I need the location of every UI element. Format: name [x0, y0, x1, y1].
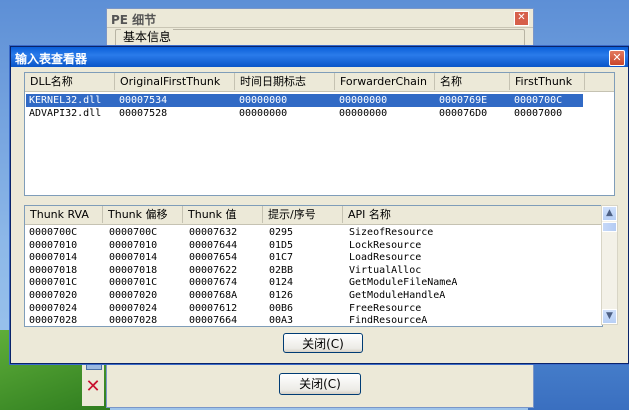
thunk-cell: 00007632 [189, 227, 238, 238]
dll-row[interactable]: KERNEL32.dll 00007534 00000000 00000000 0000… [25, 94, 614, 107]
thunk-cell: 02BB [269, 264, 294, 276]
thunk-cell: 00007010 [109, 239, 158, 251]
thunk-cell: 00007020 [109, 290, 158, 301]
thunk-cell: 00007020 [29, 290, 78, 301]
thunk-list-scrollbar[interactable]: ▲ ▼ [601, 205, 618, 325]
thunk-cell: LockResource [349, 239, 422, 251]
thunk-cell: 00A3 [269, 315, 294, 327]
thunk-cell: 0000700C [29, 227, 78, 238]
thunk-cell: 00007664 [189, 315, 238, 327]
thunk-cell: 00007018 [29, 264, 78, 276]
thunk-cell: 0124 [269, 277, 294, 289]
dll-cell: KERNEL32.dll [29, 95, 102, 106]
dll-cell: 00000000 [339, 108, 388, 119]
dll-list[interactable]: DLL名称 OriginalFirstThunk 时间日期标志 Forwarde… [24, 72, 615, 196]
thunk-cell: 00007010 [29, 239, 78, 251]
col-first-thunk[interactable]: FirstThunk [510, 73, 585, 90]
import-viewer-window[interactable]: 输入表查看器 ✕ DLL名称 OriginalFirstThunk 时间日期标志… [10, 46, 629, 364]
thunk-cell: SizeofResource [349, 227, 434, 238]
thunk-row[interactable]: 0000701C 0000701C 00007674 0124 GetModuleFil… [25, 276, 602, 289]
pe-close-button[interactable]: 关闭(C) [279, 373, 361, 395]
thunk-cell: 01C7 [269, 252, 294, 264]
scroll-down-icon[interactable]: ▼ [602, 309, 617, 324]
delete-icon[interactable]: ✕ [84, 378, 102, 396]
thunk-cell: 00007674 [189, 277, 238, 289]
dll-cell: 0000700C [514, 95, 563, 106]
thunk-cell: 00B6 [269, 302, 294, 314]
dll-cell: 00007528 [119, 108, 168, 119]
col-hint-ordinal[interactable]: 提示/序号 [263, 206, 343, 223]
thunk-cell: 00007024 [109, 302, 158, 314]
thunk-cell: FindResourceA [349, 315, 428, 327]
dll-cell: 0000769E [439, 95, 488, 106]
thunk-cell: 01D5 [269, 239, 294, 251]
pe-close-icon[interactable]: ✕ [514, 11, 529, 26]
thunk-cell: 00007014 [29, 252, 78, 264]
col-thunk-offset[interactable]: Thunk 偏移 [103, 206, 183, 223]
thunk-cell: 00007024 [29, 302, 78, 314]
thunk-cell: 00007622 [189, 264, 238, 276]
dll-cell: 00000000 [239, 95, 288, 106]
thunk-cell: 00007644 [189, 239, 238, 251]
thunk-cell: VirtualAlloc [349, 264, 422, 276]
dll-row[interactable]: ADVAPI32.dll 00007528 00000000 00000000 0000… [25, 107, 614, 120]
thunk-list-header: Thunk RVA Thunk 偏移 Thunk 值 提示/序号 API 名称 [25, 206, 602, 225]
thunk-cell: 00007028 [29, 315, 78, 327]
thunk-row[interactable]: 00007018 00007018 00007622 02BB VirtualAlloc [25, 264, 602, 277]
thunk-cell: GetModuleFileNameA [349, 277, 458, 289]
thunk-cell: GetModuleHandleA [349, 290, 446, 301]
dll-cell: 00000000 [239, 108, 288, 119]
col-forwarder-chain[interactable]: ForwarderChain [335, 73, 435, 90]
thunk-row[interactable]: 00007028 00007028 00007664 00A3 FindResource… [25, 314, 602, 327]
col-timestamp[interactable]: 时间日期标志 [235, 73, 335, 90]
scroll-up-icon[interactable]: ▲ [602, 206, 617, 221]
thunk-cell: 0000701C [29, 277, 78, 289]
thunk-cell: 0000768A [189, 290, 238, 301]
thunk-cell: 0000700C [109, 227, 158, 238]
col-dll-name[interactable]: DLL名称 [25, 73, 115, 90]
thunk-row[interactable]: 0000700C 0000700C 00007632 0295 SizeofResour… [25, 226, 602, 239]
viewer-title: 输入表查看器 [15, 52, 88, 66]
col-name[interactable]: 名称 [435, 73, 510, 90]
pe-title-bar[interactable]: PE 细节 ✕ [107, 9, 533, 28]
pe-window-title: PE 细节 [111, 13, 157, 27]
thunk-row[interactable]: 00007020 00007020 0000768A 0126 GetModuleHan… [25, 289, 602, 302]
thunk-cell: 00007018 [109, 264, 158, 276]
thunk-cell: 0126 [269, 290, 294, 301]
thunk-cell: 00007654 [189, 252, 238, 264]
col-thunk-value[interactable]: Thunk 值 [183, 206, 263, 223]
viewer-title-bar[interactable]: 输入表查看器 ✕ [11, 47, 628, 67]
viewer-close-button[interactable]: 关闭(C) [283, 333, 363, 353]
dll-cell: 00007000 [514, 108, 563, 119]
dll-cell: 000076D0 [439, 108, 488, 119]
thunk-cell: 00007612 [189, 302, 238, 314]
row-selection-highlight [26, 94, 583, 107]
thunk-row[interactable]: 00007014 00007014 00007654 01C7 LoadResource [25, 251, 602, 264]
dll-cell: 00000000 [339, 95, 388, 106]
col-api-name[interactable]: API 名称 [343, 206, 602, 223]
viewer-close-icon[interactable]: ✕ [609, 50, 625, 66]
thunk-row[interactable]: 00007024 00007024 00007612 00B6 FreeResource [25, 302, 602, 315]
thunk-row[interactable]: 00007010 00007010 00007644 01D5 LockResource [25, 239, 602, 252]
thunk-cell: 00007028 [109, 315, 158, 327]
scroll-thumb[interactable] [602, 222, 617, 232]
thunk-list[interactable]: Thunk RVA Thunk 偏移 Thunk 值 提示/序号 API 名称 … [24, 205, 603, 327]
col-thunk-rva[interactable]: Thunk RVA [25, 206, 103, 223]
thunk-cell: FreeResource [349, 302, 422, 314]
dll-cell: ADVAPI32.dll [29, 108, 102, 119]
thunk-cell: 0000701C [109, 277, 158, 289]
thunk-cell: LoadResource [349, 252, 422, 264]
thunk-cell: 0295 [269, 227, 294, 238]
thunk-cell: 00007014 [109, 252, 158, 264]
basic-info-label: 基本信息 [121, 28, 174, 45]
col-original-first-thunk[interactable]: OriginalFirstThunk [115, 73, 235, 90]
dll-list-header: DLL名称 OriginalFirstThunk 时间日期标志 Forwarde… [25, 73, 614, 92]
dll-cell: 00007534 [119, 95, 168, 106]
